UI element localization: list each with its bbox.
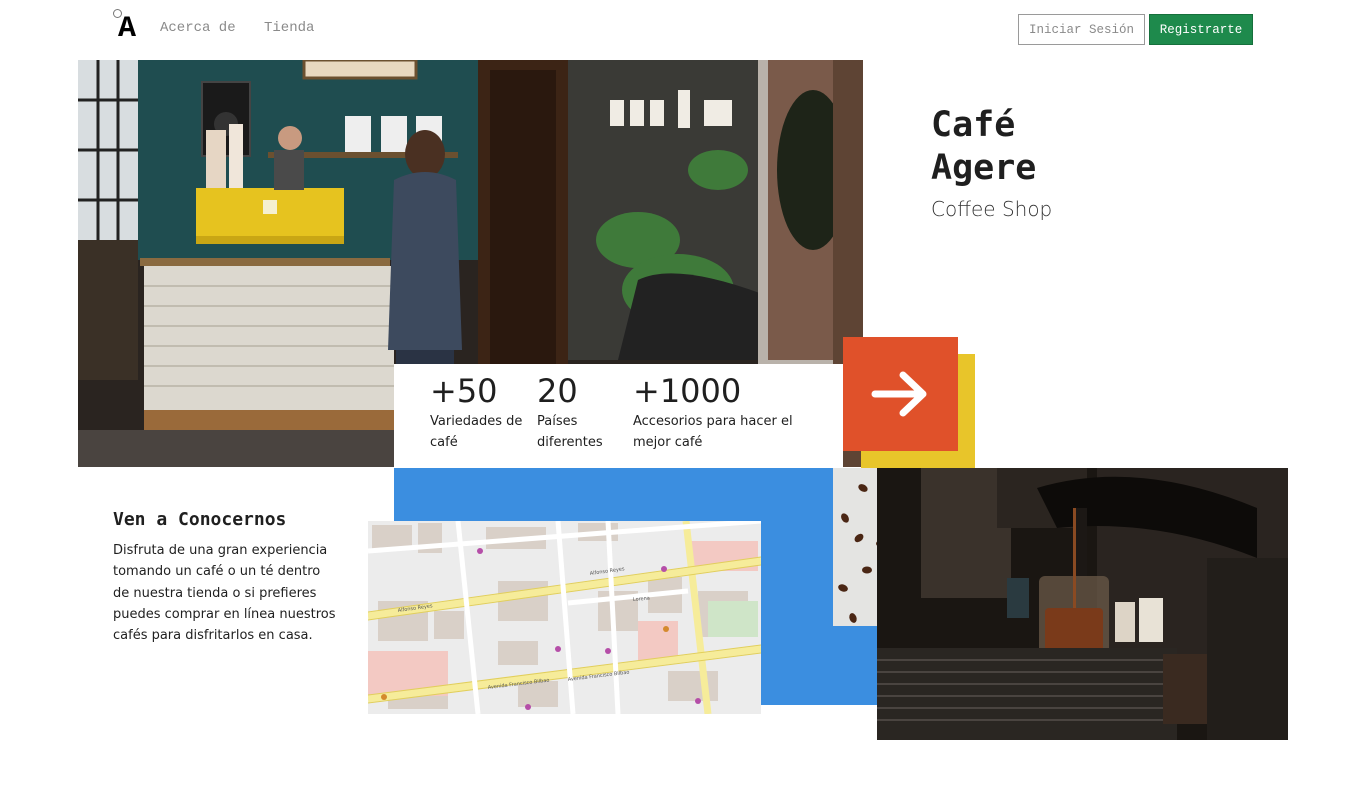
espresso-machine-photo bbox=[877, 468, 1288, 740]
stat-varieties: +50 Variedades de café bbox=[430, 372, 530, 453]
stat-accessories: +1000 Accesorios para hacer el mejor caf… bbox=[633, 372, 793, 453]
stat-label: Variedades de café bbox=[430, 414, 523, 450]
logo-letter: A bbox=[118, 12, 137, 46]
brand-title-line1: Café bbox=[931, 105, 1016, 145]
nav-link-about[interactable]: Acerca de bbox=[160, 20, 236, 36]
stat-label: Accesorios para hacer el mejor café bbox=[633, 414, 793, 450]
location-map[interactable]: Alfonso Reyes Alfonso Reyes Avenida Fran… bbox=[368, 521, 761, 714]
stat-number: +50 bbox=[430, 372, 498, 410]
next-arrow-button[interactable] bbox=[843, 337, 958, 451]
logo[interactable]: A bbox=[112, 9, 144, 45]
visit-description: Disfruta de una gran experiencia tomando… bbox=[113, 543, 336, 644]
stat-number: +1000 bbox=[633, 372, 742, 410]
brand-title: Café Agere bbox=[931, 104, 1131, 190]
brand-subtitle: Coffee Shop bbox=[931, 197, 1053, 221]
stat-number: 20 bbox=[537, 372, 578, 410]
visit-title: Ven a Conocernos bbox=[113, 509, 287, 530]
brand-title-line2: Agere bbox=[931, 148, 1037, 188]
stat-label: Países diferentes bbox=[537, 414, 603, 450]
signup-button[interactable]: Registrarte bbox=[1149, 14, 1253, 45]
nav-link-store[interactable]: Tienda bbox=[264, 20, 314, 36]
stats-panel: +50 Variedades de café 20 Países diferen… bbox=[394, 364, 843, 468]
arrow-right-icon bbox=[871, 371, 926, 417]
login-button[interactable]: Iniciar Sesión bbox=[1018, 14, 1145, 45]
stat-countries: 20 Países diferentes bbox=[537, 372, 617, 453]
